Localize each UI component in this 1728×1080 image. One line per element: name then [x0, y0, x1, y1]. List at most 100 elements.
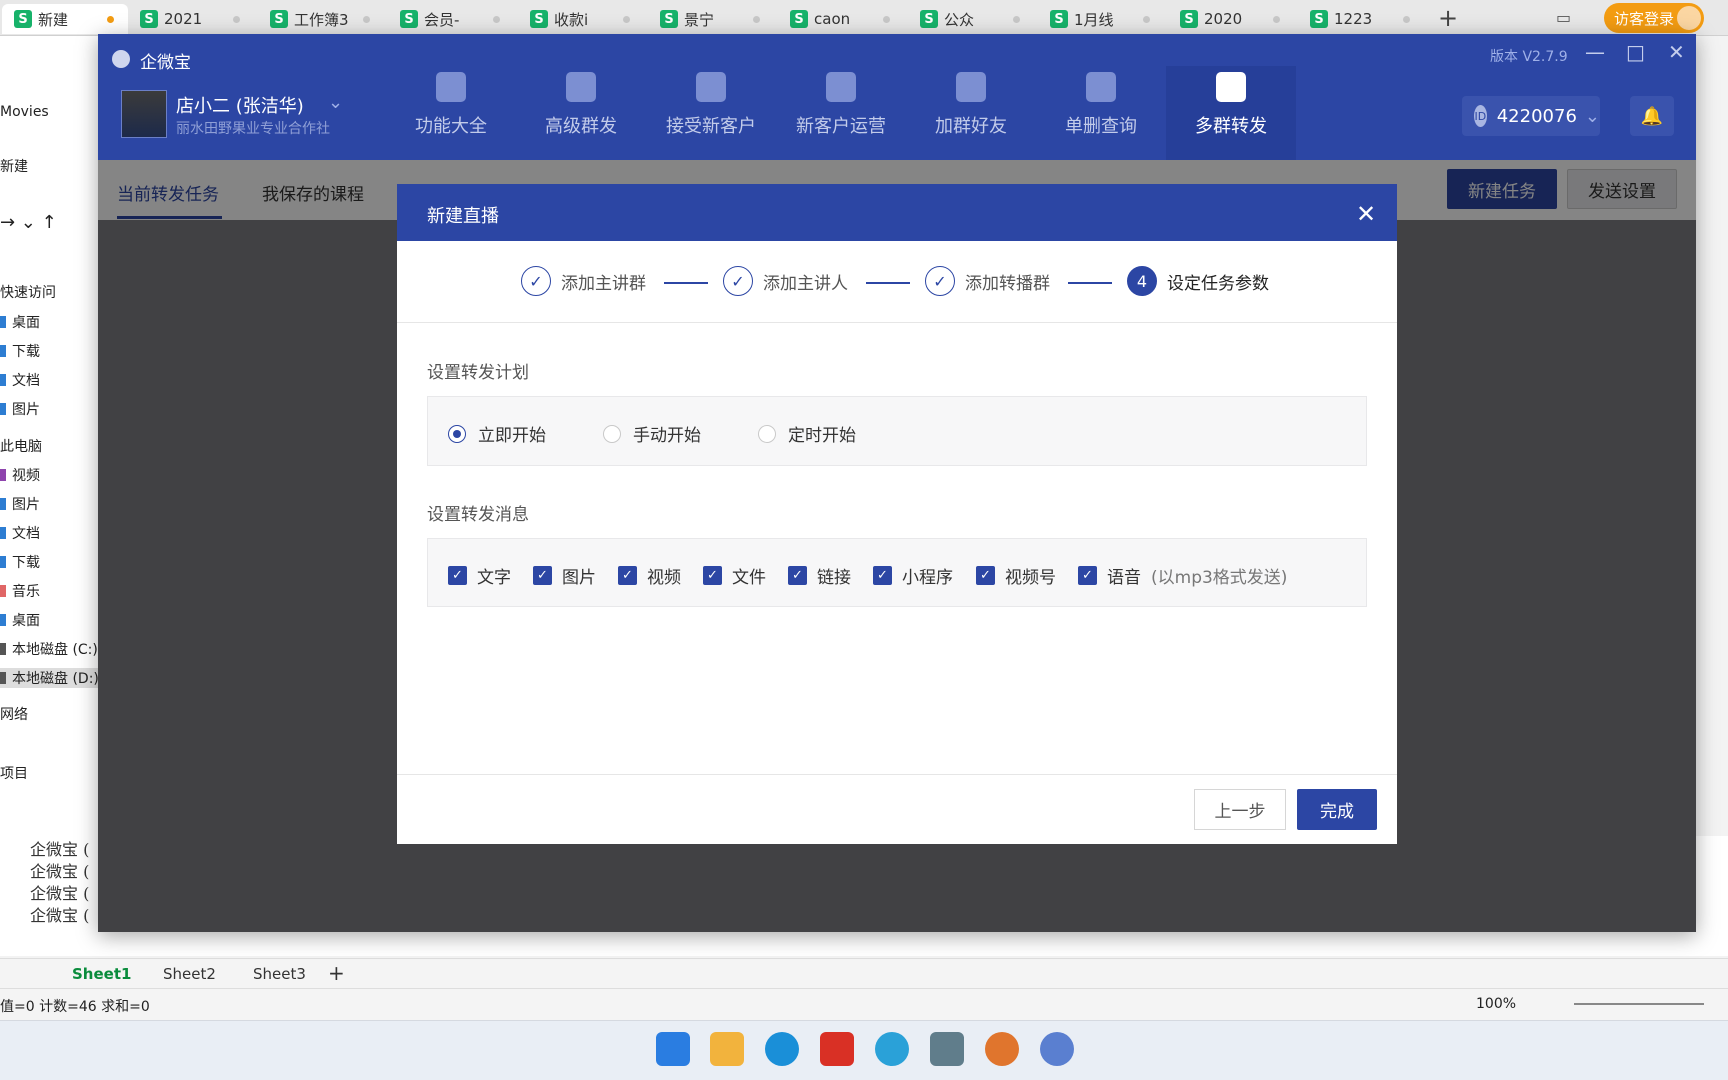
plan-section-label: 设置转发计划	[427, 363, 529, 383]
browser-tab[interactable]: S 1月线	[1038, 4, 1164, 34]
explorer-item[interactable]: 视频	[0, 465, 40, 485]
maximize-icon[interactable]: □	[1626, 40, 1645, 64]
tab-dot-icon	[493, 16, 500, 23]
checkbox-channels[interactable]: ✓ 视频号	[976, 563, 1056, 588]
checkbox-check-icon: ✓	[1078, 566, 1097, 585]
add-sheet-icon[interactable]: +	[328, 961, 345, 985]
browser-tab[interactable]: S 2021	[128, 4, 254, 34]
user-name[interactable]: 店小二 (张洁华)	[176, 92, 304, 118]
explorer-item[interactable]: 下载	[0, 341, 40, 361]
sheet-app-icon: S	[920, 10, 938, 28]
edge-browser-icon[interactable]	[765, 1032, 799, 1066]
explorer-item[interactable]: 音乐	[0, 581, 40, 601]
step-connector	[664, 282, 708, 284]
sheet-app-icon: S	[1180, 10, 1198, 28]
new-tab-plus-icon[interactable]: +	[1438, 4, 1458, 32]
sheet-tab[interactable]: Sheet1	[72, 965, 131, 983]
tab-overview-icon[interactable]: ▭	[1556, 8, 1571, 27]
app-icon[interactable]	[985, 1032, 1019, 1066]
browser-tab[interactable]: S 公众	[908, 4, 1034, 34]
sheet-tab[interactable]: Sheet2	[163, 965, 216, 983]
nav-add-friends[interactable]: 加群好友	[906, 66, 1036, 160]
explorer-item[interactable]: 本地磁盘 (D:)	[0, 668, 100, 688]
bell-icon[interactable]: 🔔	[1630, 96, 1674, 136]
nav-accept-customer[interactable]: 接受新客户	[646, 66, 776, 160]
chat-app-icon[interactable]	[875, 1032, 909, 1066]
step-add-relay-group: ✓ 添加转播群	[925, 266, 1050, 296]
browser-tab[interactable]: S 1223	[1298, 4, 1424, 34]
file-explorer-icon[interactable]	[710, 1032, 744, 1066]
avatar[interactable]	[121, 90, 167, 138]
tab-dot-icon	[883, 16, 890, 23]
sheet-cell[interactable]: 企微宝 (	[30, 836, 89, 860]
radio-start-scheduled[interactable]: 定时开始	[758, 421, 856, 446]
nav-multi-forward[interactable]: 多群转发	[1166, 66, 1296, 160]
explorer-item[interactable]: 下载	[0, 552, 40, 572]
visitor-login-button[interactable]: 访客登录	[1604, 3, 1704, 33]
nav-deletion-check[interactable]: 单删查询	[1036, 66, 1166, 160]
minimize-icon[interactable]: —	[1585, 40, 1605, 64]
back-arrow-icon[interactable]: → ⌄ ↑	[0, 212, 57, 233]
close-window-icon[interactable]: ✕	[1668, 40, 1685, 64]
sheet-app-icon: S	[660, 10, 678, 28]
close-icon[interactable]: ✕	[1356, 200, 1376, 228]
explorer-movies[interactable]: Movies	[0, 104, 49, 120]
sheet-cell[interactable]: 企微宝 (	[30, 880, 89, 904]
explorer-new-button[interactable]: 新建	[0, 156, 28, 176]
start-icon[interactable]	[656, 1032, 690, 1066]
calculator-icon[interactable]	[930, 1032, 964, 1066]
explorer-item[interactable]: 图片	[0, 494, 40, 514]
browser-tab[interactable]: S 会员-	[388, 4, 514, 34]
explorer-item[interactable]: 文档	[0, 523, 40, 543]
nav-feature-list[interactable]: 功能大全	[386, 66, 516, 160]
checkbox-link[interactable]: ✓ 链接	[788, 563, 851, 588]
checkbox-image[interactable]: ✓ 图片	[533, 563, 596, 588]
nav-group-send[interactable]: 高级群发	[516, 66, 646, 160]
wps-icon[interactable]	[820, 1032, 854, 1066]
radio-start-manual[interactable]: 手动开始	[603, 421, 701, 446]
music-folder-icon	[0, 585, 6, 597]
radio-start-now[interactable]: 立即开始	[448, 421, 546, 446]
qiweibao-taskbar-icon[interactable]	[1040, 1032, 1074, 1066]
checkbox-check-icon: ✓	[976, 566, 995, 585]
quick-access-label[interactable]: 快速访问	[0, 282, 56, 302]
checkbox-video[interactable]: ✓ 视频	[618, 563, 681, 588]
sheet-app-icon: S	[400, 10, 418, 28]
browser-tab[interactable]: S 工作簿3	[258, 4, 384, 34]
browser-tab[interactable]: S 新建	[2, 4, 128, 34]
this-pc-label[interactable]: 此电脑	[0, 436, 42, 456]
users-plus-icon	[956, 72, 986, 102]
browser-tab[interactable]: S 收款i	[518, 4, 644, 34]
sheet-tab[interactable]: Sheet3	[253, 965, 306, 983]
sheet-app-icon: S	[140, 10, 158, 28]
step-task-params: 4 设定任务参数	[1127, 266, 1269, 296]
explorer-item[interactable]: 桌面	[0, 312, 40, 332]
explorer-item[interactable]: 文档	[0, 370, 40, 390]
explorer-item[interactable]: 本地磁盘 (C:)	[0, 639, 98, 659]
browser-tab[interactable]: S 景宁	[648, 4, 774, 34]
explorer-item[interactable]: 桌面	[0, 610, 40, 630]
step-connector	[866, 282, 910, 284]
chevron-down-icon[interactable]: ⌄	[328, 92, 343, 113]
checkbox-mini-program[interactable]: ✓ 小程序	[873, 563, 953, 588]
previous-step-button[interactable]: 上一步	[1194, 789, 1286, 830]
tab-dot-icon	[1403, 16, 1410, 23]
finish-button[interactable]: 完成	[1297, 789, 1377, 830]
browser-tab[interactable]: S 2020	[1168, 4, 1294, 34]
paper-plane-icon	[566, 72, 596, 102]
browser-tab[interactable]: Scaon	[778, 4, 904, 34]
account-id-dropdown[interactable]: ID 4220076 ⌄	[1462, 96, 1600, 136]
folder-icon	[0, 556, 6, 568]
sheet-cell[interactable]: 企微宝 (	[30, 858, 89, 882]
project-count: 项目	[0, 766, 28, 782]
zoom-level[interactable]: 100%	[1476, 996, 1516, 1012]
sheet-cell[interactable]: 企微宝 (	[30, 902, 89, 926]
checkbox-text[interactable]: ✓ 文字	[448, 563, 511, 588]
checkbox-voice[interactable]: ✓ 语音 (以mp3格式发送)	[1078, 563, 1287, 588]
explorer-item[interactable]: 图片	[0, 399, 40, 419]
nav-customer-ops[interactable]: 新客户运营	[776, 66, 906, 160]
network-label[interactable]: 网络	[0, 704, 28, 724]
checkbox-file[interactable]: ✓ 文件	[703, 563, 766, 588]
zoom-slider[interactable]	[1574, 1003, 1704, 1005]
add-user-icon	[696, 72, 726, 102]
